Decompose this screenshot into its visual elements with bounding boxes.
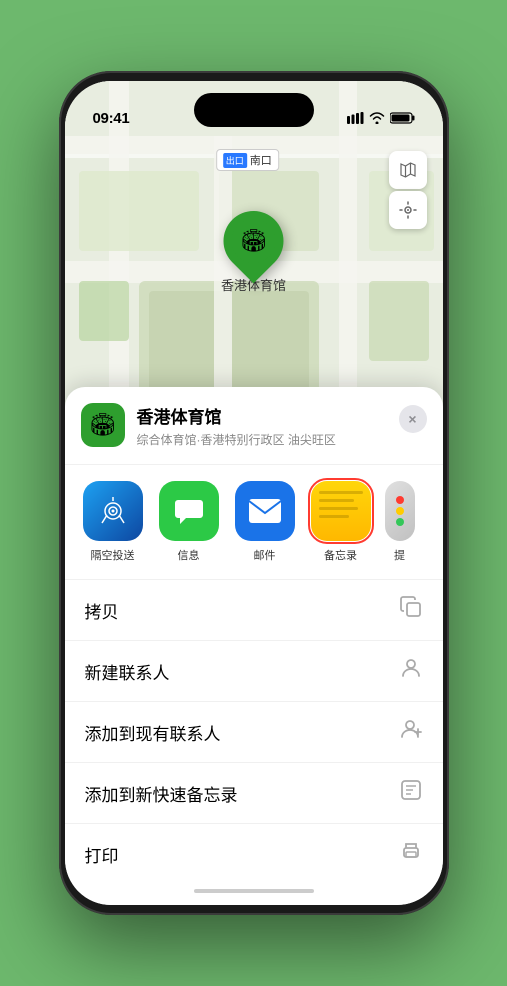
share-label-mail: 邮件 xyxy=(254,547,276,563)
action-list: 拷贝 新建联系人 添加到现有联系人 xyxy=(65,580,443,877)
status-time: 09:41 xyxy=(93,110,130,127)
wifi-icon xyxy=(369,112,385,127)
quick-note-icon xyxy=(399,778,423,808)
share-item-messages[interactable]: 信息 xyxy=(157,481,221,563)
dot-green xyxy=(396,518,404,526)
share-item-notes[interactable]: 备忘录 xyxy=(309,481,373,563)
action-print[interactable]: 打印 xyxy=(65,824,443,877)
bottom-sheet: 🏟 香港体育馆 综合体育馆·香港特别行政区 油尖旺区 × 隔空投送 xyxy=(65,387,443,905)
map-label-text: 南口 xyxy=(250,152,272,168)
dynamic-island xyxy=(194,93,314,127)
new-contact-icon xyxy=(399,656,423,686)
signal-icon xyxy=(347,112,364,127)
location-venue-icon: 🏟 xyxy=(81,403,125,447)
notes-lines xyxy=(319,491,363,518)
location-subtitle: 综合体育馆·香港特别行政区 油尖旺区 xyxy=(137,431,387,448)
location-info: 香港体育馆 综合体育馆·香港特别行政区 油尖旺区 xyxy=(137,403,387,448)
home-indicator xyxy=(65,877,443,905)
location-pin: 🏟 香港体育馆 xyxy=(221,211,286,294)
map-controls xyxy=(389,151,427,229)
close-button[interactable]: × xyxy=(399,405,427,433)
share-label-notes: 备忘录 xyxy=(324,547,357,563)
dot-red xyxy=(396,496,404,504)
location-name: 香港体育馆 xyxy=(137,403,387,428)
notes-icon xyxy=(311,481,371,541)
notes-line-1 xyxy=(319,491,363,494)
print-icon xyxy=(399,839,423,869)
messages-icon xyxy=(159,481,219,541)
phone-screen: 09:41 xyxy=(65,81,443,905)
airdrop-icon xyxy=(83,481,143,541)
home-bar xyxy=(194,889,314,893)
copy-icon xyxy=(399,595,423,625)
action-quick-note[interactable]: 添加到新快速备忘录 xyxy=(65,763,443,824)
side-dots xyxy=(388,488,412,534)
share-item-mail[interactable]: 邮件 xyxy=(233,481,297,563)
pin-icon: 🏟 xyxy=(240,228,268,254)
share-label-messages: 信息 xyxy=(178,547,200,563)
action-quick-note-label: 添加到新快速备忘录 xyxy=(85,781,238,806)
action-new-contact-label: 新建联系人 xyxy=(85,659,170,684)
notes-line-3 xyxy=(319,507,359,510)
map-label-badge: 出口 xyxy=(223,153,247,168)
location-header: 🏟 香港体育馆 综合体育馆·香港特别行政区 油尖旺区 × xyxy=(65,403,443,465)
location-button[interactable] xyxy=(389,191,427,229)
battery-icon xyxy=(390,112,415,127)
share-label-more: 提 xyxy=(394,547,405,563)
notes-line-4 xyxy=(319,515,350,518)
mail-icon xyxy=(235,481,295,541)
more-icon xyxy=(385,481,415,541)
share-row: 隔空投送 信息 邮件 xyxy=(65,465,443,580)
action-copy[interactable]: 拷贝 xyxy=(65,580,443,641)
share-item-airdrop[interactable]: 隔空投送 xyxy=(81,481,145,563)
notes-line-2 xyxy=(319,499,354,502)
share-item-more[interactable]: 提 xyxy=(385,481,415,563)
action-new-contact[interactable]: 新建联系人 xyxy=(65,641,443,702)
phone-frame: 09:41 xyxy=(59,71,449,915)
action-add-contact-label: 添加到现有联系人 xyxy=(85,720,221,745)
add-contact-icon xyxy=(399,717,423,747)
status-icons xyxy=(347,112,415,127)
map-label: 出口 南口 xyxy=(216,149,279,171)
dot-yellow xyxy=(396,507,404,515)
action-copy-label: 拷贝 xyxy=(85,598,119,623)
pin-circle: 🏟 xyxy=(211,199,296,284)
action-print-label: 打印 xyxy=(85,842,119,867)
pin-inner: 🏟 xyxy=(231,219,275,263)
map-type-button[interactable] xyxy=(389,151,427,189)
share-label-airdrop: 隔空投送 xyxy=(91,547,135,563)
action-add-contact[interactable]: 添加到现有联系人 xyxy=(65,702,443,763)
